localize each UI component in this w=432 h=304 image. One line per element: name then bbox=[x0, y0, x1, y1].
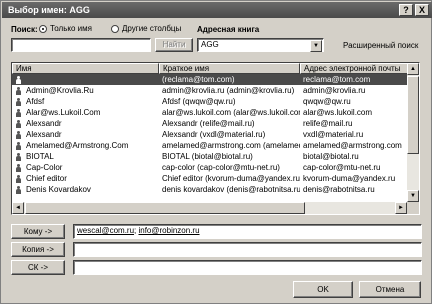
to-recipient-1[interactable]: wescal@com.ru bbox=[77, 226, 134, 235]
list-row[interactable]: Amelamed@Armstrong.Com amelamed@armstron… bbox=[12, 140, 408, 151]
help-button[interactable]: ? bbox=[399, 4, 413, 16]
title-bar: Выбор имен: AGG ? X bbox=[2, 2, 432, 18]
list-row[interactable]: Alexsandr Alexsandr (vxdl@material.ru) v… bbox=[12, 129, 408, 140]
row-email: alar@ws.lukoil.com bbox=[303, 108, 373, 117]
contact-icon bbox=[15, 75, 22, 84]
row-alias: denis kovardakov (denis@rabotnitsa.ru) bbox=[162, 185, 300, 194]
row-email: biotal@biotal.ru bbox=[303, 152, 359, 161]
address-book-label: Адресная книга bbox=[197, 25, 260, 34]
row-alias: Afdsf (qwqw@qw.ru) bbox=[162, 97, 236, 106]
row-email: vxdl@material.ru bbox=[303, 130, 364, 139]
contact-icon bbox=[15, 185, 22, 194]
contact-icon bbox=[15, 152, 22, 161]
list-header: Имя Краткое имя Адрес электронной почты bbox=[12, 63, 408, 74]
list-row[interactable]: Cap-Color cap-color (cap-color@mtu-net.r… bbox=[12, 162, 408, 173]
scroll-corner bbox=[407, 202, 419, 214]
row-name: Denis Kovardakov bbox=[26, 185, 91, 194]
row-email: kvorum-duma@yandex.ru bbox=[303, 174, 396, 183]
row-name: Alar@ws.Lukoil.Com bbox=[26, 108, 101, 117]
horizontal-scrollbar[interactable]: ◄ ► bbox=[12, 202, 407, 214]
row-alias: alar@ws.lukoil.com (alar@ws.lukoil.com) bbox=[162, 108, 300, 117]
scroll-down-icon[interactable]: ▼ bbox=[407, 190, 419, 202]
row-email: denis@rabotnitsa.ru bbox=[303, 185, 375, 194]
row-name: Chief editor bbox=[26, 174, 67, 183]
scroll-right-icon[interactable]: ► bbox=[395, 202, 407, 214]
contact-icon bbox=[15, 141, 22, 150]
row-alias: Chief editor (kvorum-duma@yandex.ru) bbox=[162, 174, 300, 183]
row-name: Alexsandr bbox=[26, 130, 62, 139]
row-alias: BIOTAL (biotal@biotal.ru) bbox=[162, 152, 253, 161]
row-alias: amelamed@armstrong.com (amelamed@armstro… bbox=[162, 141, 300, 150]
cc-field[interactable] bbox=[73, 242, 422, 257]
address-list[interactable]: Имя Краткое имя Адрес электронной почты … bbox=[11, 62, 420, 215]
list-rows: (reclama@tom.com) reclama@tom.com Admin@… bbox=[12, 74, 408, 195]
list-row[interactable]: Afdsf Afdsf (qwqw@qw.ru) qwqw@qw.ru bbox=[12, 96, 408, 107]
radio-names-only-label: Только имя bbox=[50, 24, 92, 33]
row-name: Afdsf bbox=[26, 97, 45, 106]
row-email: amelamed@armstrong.com bbox=[303, 141, 402, 150]
radio-unselected-icon bbox=[111, 24, 119, 33]
row-email: cap-color@mtu-net.ru bbox=[303, 163, 381, 172]
list-row[interactable]: Denis Kovardakov denis kovardakov (denis… bbox=[12, 184, 408, 195]
scroll-up-icon[interactable]: ▲ bbox=[407, 63, 419, 75]
list-row[interactable]: BIOTAL BIOTAL (biotal@biotal.ru) biotal@… bbox=[12, 151, 408, 162]
row-email: admin@krovlia.ru bbox=[303, 86, 366, 95]
radio-other-columns[interactable]: Другие столбцы bbox=[111, 24, 181, 33]
contact-icon bbox=[15, 174, 22, 183]
address-book-select[interactable]: AGG ▼ bbox=[197, 38, 324, 52]
advanced-search-link[interactable]: Расширенный поиск bbox=[343, 41, 418, 50]
bcc-field[interactable] bbox=[73, 260, 422, 275]
row-alias: admin@krovlia.ru (admin@krovlia.ru) bbox=[162, 86, 295, 95]
row-email: qwqw@qw.ru bbox=[303, 97, 351, 106]
row-alias: (reclama@tom.com) bbox=[162, 75, 235, 84]
window-title: Выбор имен: AGG bbox=[8, 5, 90, 15]
row-name: Amelamed@Armstrong.Com bbox=[26, 141, 129, 150]
vertical-scrollbar[interactable]: ▲ ▼ bbox=[407, 63, 419, 214]
cc-button[interactable]: Копия -> bbox=[11, 242, 65, 257]
vertical-scroll-thumb[interactable] bbox=[407, 76, 419, 154]
to-recipient-2[interactable]: info@robinzon.ru bbox=[138, 226, 199, 235]
radio-names-only[interactable]: Только имя bbox=[39, 24, 92, 33]
search-label: Поиск: bbox=[11, 25, 38, 34]
row-email: relife@mail.ru bbox=[303, 119, 353, 128]
contact-icon bbox=[15, 163, 22, 172]
chevron-down-icon[interactable]: ▼ bbox=[310, 40, 322, 52]
list-row[interactable]: (reclama@tom.com) reclama@tom.com bbox=[12, 74, 408, 85]
list-row[interactable]: Alar@ws.Lukoil.Com alar@ws.lukoil.com (a… bbox=[12, 107, 408, 118]
row-alias: Alexsandr (relife@mail.ru) bbox=[162, 119, 255, 128]
row-email: reclama@tom.com bbox=[303, 75, 371, 84]
row-name: Cap-Color bbox=[26, 163, 63, 172]
list-row[interactable]: Admin@Krovlia.Ru admin@krovlia.ru (admin… bbox=[12, 85, 408, 96]
row-name: BIOTAL bbox=[26, 152, 54, 161]
row-name: Admin@Krovlia.Ru bbox=[26, 86, 94, 95]
select-names-dialog: Выбор имен: AGG ? X Поиск: Только имя Др… bbox=[0, 0, 432, 304]
scroll-left-icon[interactable]: ◄ bbox=[12, 202, 24, 214]
contact-icon bbox=[15, 97, 22, 106]
close-button[interactable]: X bbox=[415, 4, 429, 16]
search-input[interactable] bbox=[11, 38, 151, 52]
row-name: Alexsandr bbox=[26, 119, 62, 128]
bcc-button[interactable]: СК -> bbox=[11, 260, 65, 275]
horizontal-scroll-thumb[interactable] bbox=[25, 202, 305, 214]
radio-other-columns-label: Другие столбцы bbox=[122, 24, 182, 33]
address-book-value: AGG bbox=[201, 40, 219, 49]
find-button[interactable]: Найти bbox=[155, 38, 193, 52]
contact-icon bbox=[15, 119, 22, 128]
list-row[interactable]: Alexsandr Alexsandr (relife@mail.ru) rel… bbox=[12, 118, 408, 129]
column-header-alias[interactable]: Краткое имя bbox=[159, 63, 300, 74]
list-row[interactable]: Chief editor Chief editor (kvorum-duma@y… bbox=[12, 173, 408, 184]
contact-icon bbox=[15, 86, 22, 95]
row-alias: cap-color (cap-color@mtu-net.ru) bbox=[162, 163, 280, 172]
ok-button[interactable]: OK bbox=[293, 281, 353, 298]
to-button[interactable]: Кому -> bbox=[11, 224, 65, 239]
radio-selected-icon bbox=[39, 24, 47, 33]
cancel-button[interactable]: Отмена bbox=[359, 281, 421, 298]
contact-icon bbox=[15, 108, 22, 117]
to-field[interactable]: wescal@com.ru; info@robinzon.ru bbox=[73, 224, 422, 239]
column-header-name[interactable]: Имя bbox=[12, 63, 159, 74]
row-alias: Alexsandr (vxdl@material.ru) bbox=[162, 130, 266, 139]
column-header-email[interactable]: Адрес электронной почты bbox=[300, 63, 408, 74]
contact-icon bbox=[15, 130, 22, 139]
